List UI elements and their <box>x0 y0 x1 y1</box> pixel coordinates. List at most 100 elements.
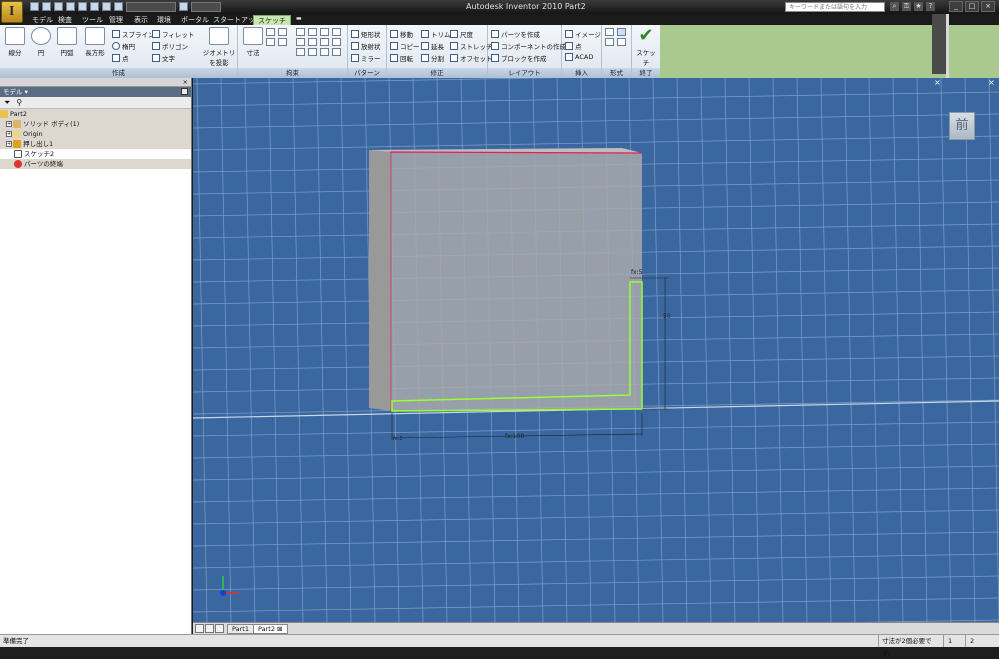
constraint-settings-icon[interactable] <box>266 38 275 46</box>
tab-tools[interactable]: ツール <box>82 15 103 25</box>
centerline-icon[interactable] <box>617 28 626 36</box>
undo-icon[interactable] <box>66 2 75 11</box>
expand-icon[interactable]: + <box>6 121 12 127</box>
appearance-select[interactable] <box>191 2 221 12</box>
tab-model[interactable]: モデル <box>32 15 53 25</box>
find-icon[interactable]: ⚲ <box>16 98 22 107</box>
polygon-button[interactable]: ポリゴン <box>152 41 188 51</box>
graphics-window[interactable]: 50 fx:100 fx:5 fx:5 前 × × <box>193 78 999 622</box>
perpendicular-icon[interactable] <box>296 28 305 36</box>
offset-button[interactable]: オフセット <box>450 53 493 63</box>
show-constraints-icon[interactable] <box>278 28 287 36</box>
fix-icon[interactable] <box>332 28 341 36</box>
collinear-icon[interactable] <box>296 38 305 46</box>
fillet-button[interactable]: フィレット <box>152 29 194 39</box>
extend-button[interactable]: 延長 <box>421 41 444 51</box>
dim-small-top-label[interactable]: fx:5 <box>631 269 643 276</box>
select-icon[interactable] <box>114 2 123 11</box>
infer-icon[interactable] <box>278 38 287 46</box>
tree-item-sketch[interactable]: スケッチ2 <box>0 149 191 159</box>
application-menu-button[interactable]: I <box>1 1 23 23</box>
save-icon[interactable] <box>54 2 63 11</box>
filter-icon[interactable]: ⏷ <box>4 98 10 108</box>
window-splitter[interactable] <box>932 14 946 74</box>
concentric-icon[interactable] <box>320 28 329 36</box>
horizontal-icon[interactable] <box>308 38 317 46</box>
vertical-icon[interactable] <box>332 38 341 46</box>
stretch-button[interactable]: ストレッチ <box>450 41 493 51</box>
tab-manage[interactable]: 管理 <box>109 15 123 25</box>
dim-horizontal-label[interactable]: fx:100 <box>505 433 524 440</box>
rotate-button[interactable]: 回転 <box>390 53 413 63</box>
make-components-button[interactable]: コンポーネントの作成 <box>491 41 566 51</box>
redo-icon[interactable] <box>78 2 87 11</box>
tab-extra-icon[interactable]: ▬ <box>296 15 302 22</box>
doc-tab-part1[interactable]: Part1 <box>227 624 254 634</box>
points-button[interactable]: 点 <box>565 41 582 51</box>
close-icon[interactable]: × <box>988 79 996 87</box>
minimize-button[interactable]: _ <box>949 1 963 12</box>
circ-pattern-button[interactable]: 放射状 <box>351 41 381 51</box>
close-button[interactable]: × <box>981 1 995 12</box>
viewcube[interactable]: 前 <box>949 112 975 140</box>
color-icon[interactable] <box>179 2 188 11</box>
construction-icon[interactable] <box>605 28 614 36</box>
dimension-button[interactable]: 寸法 <box>241 27 265 57</box>
arc-button[interactable]: 円弧 <box>55 27 79 57</box>
tree-item-extrusion[interactable]: + 押し出し1 <box>0 139 191 149</box>
copy-button[interactable]: コピー <box>390 41 420 51</box>
expand-icon[interactable]: + <box>6 131 12 137</box>
material-select[interactable] <box>126 2 176 12</box>
new-icon[interactable] <box>30 2 39 11</box>
make-part-button[interactable]: パーツを作成 <box>491 29 540 39</box>
acad-button[interactable]: ACAD <box>565 53 593 61</box>
split-button[interactable]: 分割 <box>421 53 444 63</box>
update-icon[interactable] <box>102 2 111 11</box>
trim-button[interactable]: トリム <box>421 29 451 39</box>
key-icon[interactable]: ⚿ <box>902 2 911 11</box>
search-input[interactable]: キーワードまたは語句を入力 <box>785 2 885 12</box>
driven-dimension-icon[interactable] <box>617 38 626 46</box>
tree-item-part[interactable]: Part2 <box>0 109 191 119</box>
doc-tab-part2[interactable]: Part2 ⊠ <box>253 624 288 634</box>
center-point-icon[interactable] <box>605 38 614 46</box>
star-icon[interactable]: ★ <box>914 2 923 11</box>
tab-environments[interactable]: 環境 <box>157 15 171 25</box>
tab-sketch[interactable]: スケッチ <box>253 15 291 25</box>
rect-pattern-button[interactable]: 矩形状 <box>351 29 381 39</box>
ellipse-button[interactable]: 楕円 <box>112 41 135 51</box>
tab-view[interactable]: 表示 <box>134 15 148 25</box>
image-button[interactable]: イメージ <box>565 29 601 39</box>
maximize-button[interactable]: □ <box>965 1 979 12</box>
tile-icon[interactable] <box>195 624 204 633</box>
cascade-icon[interactable] <box>205 624 214 633</box>
point-button[interactable]: 点 <box>112 53 129 63</box>
tree-item-solid-bodies[interactable]: + ソリッド ボディ(1) <box>0 119 191 129</box>
line-button[interactable]: 線分 <box>3 27 27 57</box>
dim-left-label[interactable]: fx:5 <box>393 436 403 442</box>
tangent-icon[interactable] <box>296 48 305 56</box>
tab-portal[interactable]: ポータル <box>181 15 209 25</box>
arrange-icon[interactable] <box>215 624 224 633</box>
tab-inspect[interactable]: 検査 <box>58 15 72 25</box>
mirror-button[interactable]: ミラー <box>351 53 381 63</box>
home-icon[interactable] <box>90 2 99 11</box>
parallel-icon[interactable] <box>308 28 317 36</box>
pin-icon[interactable] <box>181 88 188 95</box>
close-icon[interactable]: × <box>934 79 942 87</box>
search-icon[interactable]: ⌕ <box>890 2 899 11</box>
symmetric-icon[interactable] <box>320 48 329 56</box>
tree-item-origin[interactable]: + Origin <box>0 129 191 139</box>
close-icon[interactable]: × <box>183 78 188 87</box>
rectangle-button[interactable]: 長方形 <box>82 27 108 57</box>
expand-icon[interactable]: + <box>6 141 12 147</box>
text-button[interactable]: 文字 <box>152 53 175 63</box>
scale-button[interactable]: 尺度 <box>450 29 473 39</box>
canvas[interactable]: 50 fx:100 fx:5 fx:5 <box>193 78 999 622</box>
help-icon[interactable]: ? <box>926 2 935 11</box>
auto-dimension-icon[interactable] <box>266 28 275 36</box>
create-block-button[interactable]: ブロックを作成 <box>491 53 547 63</box>
coincident-icon[interactable] <box>332 48 341 56</box>
circle-button[interactable]: 円 <box>29 27 53 57</box>
spline-button[interactable]: スプライン <box>112 29 155 39</box>
